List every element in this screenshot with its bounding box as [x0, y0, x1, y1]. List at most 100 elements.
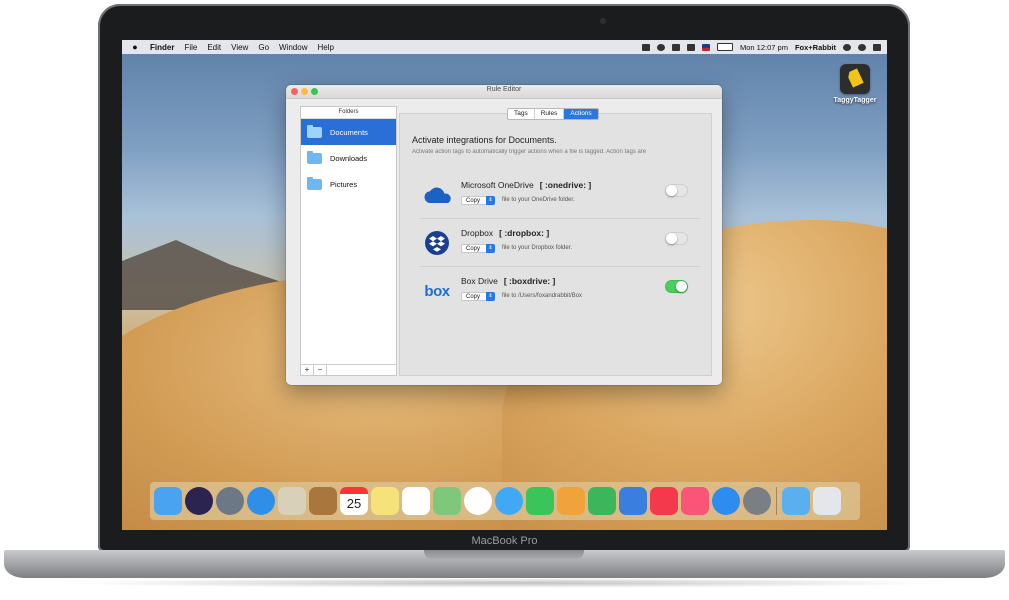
integration-tag: [ :onedrive: ] — [539, 180, 592, 190]
tag-status-icon[interactable] — [642, 43, 650, 51]
toggle-knob — [666, 185, 677, 196]
sidebar-item-label: Pictures — [330, 179, 358, 189]
wifi-icon[interactable] — [657, 43, 665, 51]
integration-destination: file to /Users/foxandrabbit/Box — [502, 293, 583, 299]
input-source-flag-icon[interactable] — [702, 43, 710, 51]
folder-icon — [307, 150, 322, 164]
sidebar-item-documents[interactable]: Documents — [301, 119, 396, 145]
tab-actions[interactable]: Actions — [564, 109, 598, 119]
menu-clock[interactable]: Mon 12:07 pm — [740, 43, 788, 52]
battery-icon[interactable] — [717, 43, 733, 51]
facetime-icon[interactable] — [526, 487, 554, 515]
toggle-knob — [676, 281, 687, 292]
action-select[interactable]: Copy ⇕ — [461, 244, 495, 253]
menu-user[interactable]: Fox+Rabbit — [795, 43, 836, 52]
keynote-icon[interactable] — [619, 487, 647, 515]
sidebar-item-downloads[interactable]: Downloads — [301, 145, 396, 171]
box-icon: box — [420, 278, 454, 304]
folder-icon — [307, 124, 322, 138]
reminders-icon[interactable] — [402, 487, 430, 515]
calendar-header — [340, 487, 368, 494]
desktop-icon-taggytagger[interactable]: TaggyTagger — [827, 64, 883, 104]
apple-menu-icon[interactable]: ● — [130, 42, 140, 52]
camera — [600, 18, 606, 24]
messages-icon[interactable] — [495, 487, 523, 515]
pages-icon[interactable] — [557, 487, 585, 515]
sidebar-footer: + − — [301, 364, 396, 375]
add-folder-button[interactable]: + — [301, 365, 314, 375]
user-icon[interactable] — [843, 43, 851, 51]
laptop-shadow — [60, 578, 949, 588]
photos-icon[interactable] — [464, 487, 492, 515]
toggle-knob — [666, 233, 677, 244]
boxdrive-toggle[interactable] — [665, 280, 688, 293]
laptop-notch — [424, 550, 584, 559]
actions-panel: Activate integrations for Documents. Act… — [399, 113, 712, 376]
trash-icon[interactable] — [813, 487, 841, 515]
sidebar-header: Folders — [301, 107, 396, 119]
remove-folder-button[interactable]: − — [314, 365, 327, 375]
music-icon[interactable] — [681, 487, 709, 515]
action-select[interactable]: Copy ⇕ — [461, 196, 495, 205]
safari-icon[interactable] — [247, 487, 275, 515]
airplay-icon[interactable] — [672, 43, 680, 51]
contacts-icon[interactable] — [309, 487, 337, 515]
notes-icon[interactable] — [371, 487, 399, 515]
segmented-tabs: Tags Rules Actions — [507, 108, 599, 120]
notification-center-icon[interactable] — [873, 43, 881, 51]
menu-go[interactable]: Go — [258, 43, 269, 52]
news-icon[interactable] — [650, 487, 678, 515]
calendar-icon[interactable]: 25 — [340, 487, 368, 515]
volume-icon[interactable] — [687, 43, 695, 51]
action-select[interactable]: Copy ⇕ — [461, 292, 495, 301]
mail-stamp-icon[interactable] — [278, 487, 306, 515]
maps-icon[interactable] — [433, 487, 461, 515]
integration-row-dropbox: Dropbox[ :dropbox: ] Copy ⇕ file to your … — [420, 218, 700, 267]
tab-rules[interactable]: Rules — [535, 109, 565, 119]
dock: 25 — [150, 482, 860, 520]
dock-separator — [776, 487, 777, 515]
tab-tags[interactable]: Tags — [508, 109, 535, 119]
menu-view[interactable]: View — [231, 43, 248, 52]
box-logo-text: box — [424, 282, 450, 300]
stepper-arrows-icon: ⇕ — [486, 244, 495, 253]
integration-name: Dropbox[ :dropbox: ] — [461, 228, 550, 238]
folder-icon — [307, 176, 322, 190]
launchpad-icon[interactable] — [216, 487, 244, 515]
menu-help[interactable]: Help — [317, 43, 333, 52]
desktop-icon-label: TaggyTagger — [833, 97, 877, 104]
onedrive-toggle[interactable] — [665, 184, 688, 197]
integration-name: Box Drive[ :boxdrive: ] — [461, 276, 556, 286]
menu-file[interactable]: File — [184, 43, 197, 52]
rule-editor-window: Rule Editor Tags Rules Actions Folders D… — [286, 85, 722, 385]
downloads-folder-icon[interactable] — [782, 487, 810, 515]
title-bar[interactable]: Rule Editor — [286, 85, 722, 99]
menu-app-name[interactable]: Finder — [150, 43, 174, 52]
system-preferences-icon[interactable] — [743, 487, 771, 515]
siri-icon[interactable] — [185, 487, 213, 515]
stepper-arrows-icon: ⇕ — [486, 292, 495, 301]
calendar-day: 25 — [346, 496, 362, 511]
menu-window[interactable]: Window — [279, 43, 307, 52]
menu-extras: Mon 12:07 pm Fox+Rabbit — [642, 40, 881, 54]
panel-description: Activate action tags to automatically tr… — [412, 149, 647, 155]
dropbox-icon — [420, 230, 454, 256]
dropbox-toggle[interactable] — [665, 232, 688, 245]
siri-menu-icon[interactable] — [858, 43, 866, 51]
numbers-icon[interactable] — [588, 487, 616, 515]
laptop-brand-label: MacBook Pro — [471, 535, 538, 547]
sidebar-item-label: Documents — [330, 127, 368, 137]
stepper-arrows-icon: ⇕ — [486, 196, 495, 205]
menu-edit[interactable]: Edit — [207, 43, 221, 52]
panel-heading: Activate integrations for Documents. — [412, 135, 557, 145]
integration-name: Microsoft OneDrive[ :onedrive: ] — [461, 180, 592, 190]
finder-icon[interactable] — [154, 487, 182, 515]
folders-sidebar: Folders Documents Downloads Pictures + − — [300, 106, 397, 376]
menu-bar: ● Finder File Edit View Go Window Help M… — [122, 40, 887, 54]
onedrive-icon — [420, 182, 454, 208]
integration-destination: file to your OneDrive folder. — [502, 197, 575, 203]
integration-row-onedrive: Microsoft OneDrive[ :onedrive: ] Copy ⇕ f… — [420, 170, 700, 219]
window-title: Rule Editor — [486, 86, 522, 93]
app-store-icon[interactable] — [712, 487, 740, 515]
sidebar-item-pictures[interactable]: Pictures — [301, 171, 396, 197]
